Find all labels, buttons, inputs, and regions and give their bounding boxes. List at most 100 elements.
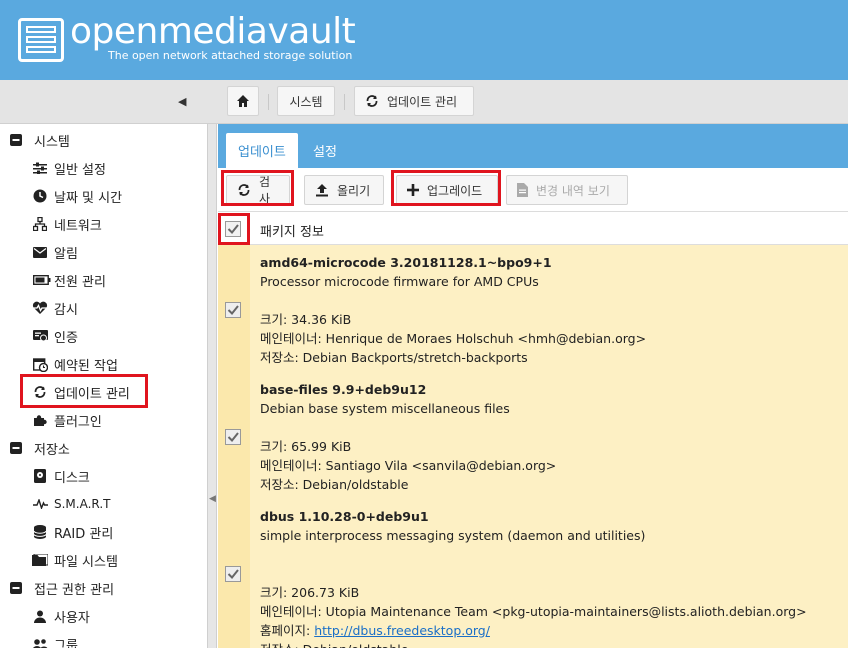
sidebar-item-label: 일반 설정 xyxy=(54,162,106,178)
breadcrumb-update-management[interactable]: 업데이트 관리 xyxy=(354,86,474,116)
package-list: amd64-microcode 3.20181128.1~bpo9+1 Proc… xyxy=(218,245,848,648)
hard-disk-icon xyxy=(32,468,48,484)
collapse-left-icon[interactable]: ◀ xyxy=(209,494,216,504)
sidebar-item-datetime[interactable]: 날짜 및 시간 xyxy=(32,182,122,210)
sidebar-item-users[interactable]: 사용자 xyxy=(32,602,90,630)
check-button-label: 검사 xyxy=(259,175,271,206)
sidebar-group-label: 접근 권한 관리 xyxy=(34,582,115,598)
sidebar-item-groups[interactable]: 그룹 xyxy=(32,630,78,648)
package-name: amd64-microcode 3.20181128.1~bpo9+1 xyxy=(260,255,552,270)
sidebar-item-label: 파일 시스템 xyxy=(54,554,118,570)
select-all-checkbox[interactable] xyxy=(225,221,241,237)
check-button[interactable]: 검사 xyxy=(226,175,290,206)
sidebar-item-power[interactable]: 전원 관리 xyxy=(32,266,106,294)
changelog-button-label: 변경 내역 보기 xyxy=(536,183,610,198)
collapse-icon[interactable] xyxy=(8,132,24,148)
heartbeat-icon xyxy=(32,300,48,316)
sidebar-item-label: RAID 관리 xyxy=(54,526,114,542)
upload-icon xyxy=(315,183,329,197)
sidebar-item-smart[interactable]: S.M.A.R.T xyxy=(32,490,110,518)
row-checkbox[interactable] xyxy=(225,302,241,318)
upgrade-button-label: 업그레이드 xyxy=(427,183,483,198)
changelog-button[interactable]: 변경 내역 보기 xyxy=(506,175,628,205)
toolbar: 검사 올리기 업그레이드 변경 내역 보기 xyxy=(218,168,848,212)
sidebar-group-system[interactable]: 시스템 xyxy=(8,126,70,154)
sidebar-item-certificates[interactable]: 인증 xyxy=(32,322,78,350)
collapse-icon[interactable] xyxy=(8,580,24,596)
homepage-link[interactable]: http://dbus.freedesktop.org/ xyxy=(314,623,490,638)
breadcrumb-bar: ◀ 시스템 업데이트 관리 xyxy=(0,80,848,124)
sidebar-group-storage[interactable]: 저장소 xyxy=(8,434,70,462)
sidebar-splitter[interactable]: ◀ xyxy=(207,124,217,648)
puzzle-icon xyxy=(32,412,48,428)
package-description: Debian base system miscellaneous files xyxy=(260,401,510,416)
row-checkbox[interactable] xyxy=(225,429,241,445)
table-row[interactable]: base-files 9.9+deb9u12 Debian base syste… xyxy=(260,380,840,494)
sidebar-item-label: S.M.A.R.T xyxy=(54,497,111,511)
refresh-icon xyxy=(32,384,48,400)
sidebar-item-label: 플러그인 xyxy=(54,414,102,430)
tab-bar: 업데이트 설정 xyxy=(218,124,848,168)
column-header-package-info: 패키지 정보 xyxy=(260,225,324,240)
package-maintainer: 메인테이너: Henrique de Moraes Holschuh <hmh@… xyxy=(260,331,647,346)
sidebar-item-plugins[interactable]: 플러그인 xyxy=(32,406,102,434)
package-maintainer: 메인테이너: Santiago Vila <sanvila@debian.org… xyxy=(260,458,557,473)
certificate-icon xyxy=(32,328,48,344)
tab-settings[interactable]: 설정 xyxy=(301,133,349,168)
sliders-icon xyxy=(32,160,48,176)
breadcrumb-system[interactable]: 시스템 xyxy=(277,86,335,116)
sidebar-item-filesystems[interactable]: 파일 시스템 xyxy=(32,546,118,574)
sidebar-item-general[interactable]: 일반 설정 xyxy=(32,154,106,182)
sidebar-item-network[interactable]: 네트워크 xyxy=(32,210,102,238)
package-size: 크기: 34.36 KiB xyxy=(260,312,352,327)
network-icon xyxy=(32,216,48,232)
folder-icon xyxy=(32,552,48,568)
breadcrumb-home-button[interactable] xyxy=(227,86,259,116)
upload-button-label: 올리기 xyxy=(337,183,371,198)
sidebar-item-label: 그룹 xyxy=(54,638,78,648)
app-subtitle: The open network attached storage soluti… xyxy=(108,49,353,62)
logo-icon xyxy=(18,18,64,62)
package-repository: 저장소: Debian Backports/stretch-backports xyxy=(260,350,528,365)
package-repository: 저장소: Debian/oldstable xyxy=(260,640,840,648)
row-checkbox[interactable] xyxy=(225,566,241,582)
database-icon xyxy=(32,524,48,540)
sidebar-item-raid[interactable]: RAID 관리 xyxy=(32,518,113,546)
collapse-icon[interactable] xyxy=(8,440,24,456)
sidebar-group-access[interactable]: 접근 권한 관리 xyxy=(8,574,114,602)
sidebar-item-update-management[interactable]: 업데이트 관리 xyxy=(32,378,130,406)
sidebar-item-label: 날짜 및 시간 xyxy=(54,190,123,206)
homepage-label: 홈페이지: xyxy=(260,623,315,638)
upload-button[interactable]: 올리기 xyxy=(304,175,384,205)
sidebar-item-scheduled-jobs[interactable]: 예약된 작업 xyxy=(32,350,118,378)
sidebar-item-monitoring[interactable]: 감시 xyxy=(32,294,78,322)
breadcrumb-update-label: 업데이트 관리 xyxy=(387,94,458,109)
tab-updates[interactable]: 업데이트 xyxy=(226,133,298,168)
package-name: dbus 1.10.28-0+deb9u1 xyxy=(260,509,429,524)
upgrade-button[interactable]: 업그레이드 xyxy=(396,175,498,205)
package-name: base-files 9.9+deb9u12 xyxy=(260,382,427,397)
envelope-icon xyxy=(32,244,48,260)
document-icon xyxy=(517,183,528,197)
package-size: 크기: 206.73 KiB xyxy=(260,585,360,600)
sidebar-item-disks[interactable]: 디스크 xyxy=(32,462,90,490)
grid-header: 패키지 정보 xyxy=(218,213,848,245)
battery-icon xyxy=(32,272,52,288)
users-icon xyxy=(32,636,48,648)
sidebar-group-label: 시스템 xyxy=(34,134,70,150)
app-title: openmediavault xyxy=(70,11,356,52)
sidebar-item-label: 인증 xyxy=(54,330,78,346)
sidebar-item-label: 디스크 xyxy=(54,470,90,486)
collapse-sidebar-icon[interactable]: ◀ xyxy=(178,95,186,108)
sidebar-item-label: 알림 xyxy=(54,246,78,262)
sidebar: 시스템 일반 설정 날짜 및 시간 네트워크 알림 전원 관리 감시 인증 예약… xyxy=(0,124,207,648)
table-row[interactable]: amd64-microcode 3.20181128.1~bpo9+1 Proc… xyxy=(260,253,840,367)
plus-icon xyxy=(407,184,419,196)
pulse-icon xyxy=(32,496,48,512)
package-repository: 저장소: Debian/oldstable xyxy=(260,477,409,492)
refresh-icon xyxy=(366,95,378,107)
package-description: simple interprocess messaging system (da… xyxy=(260,528,646,543)
table-row[interactable]: dbus 1.10.28-0+deb9u1 simple interproces… xyxy=(260,507,840,648)
sidebar-item-label: 업데이트 관리 xyxy=(54,386,130,402)
sidebar-item-notification[interactable]: 알림 xyxy=(32,238,78,266)
